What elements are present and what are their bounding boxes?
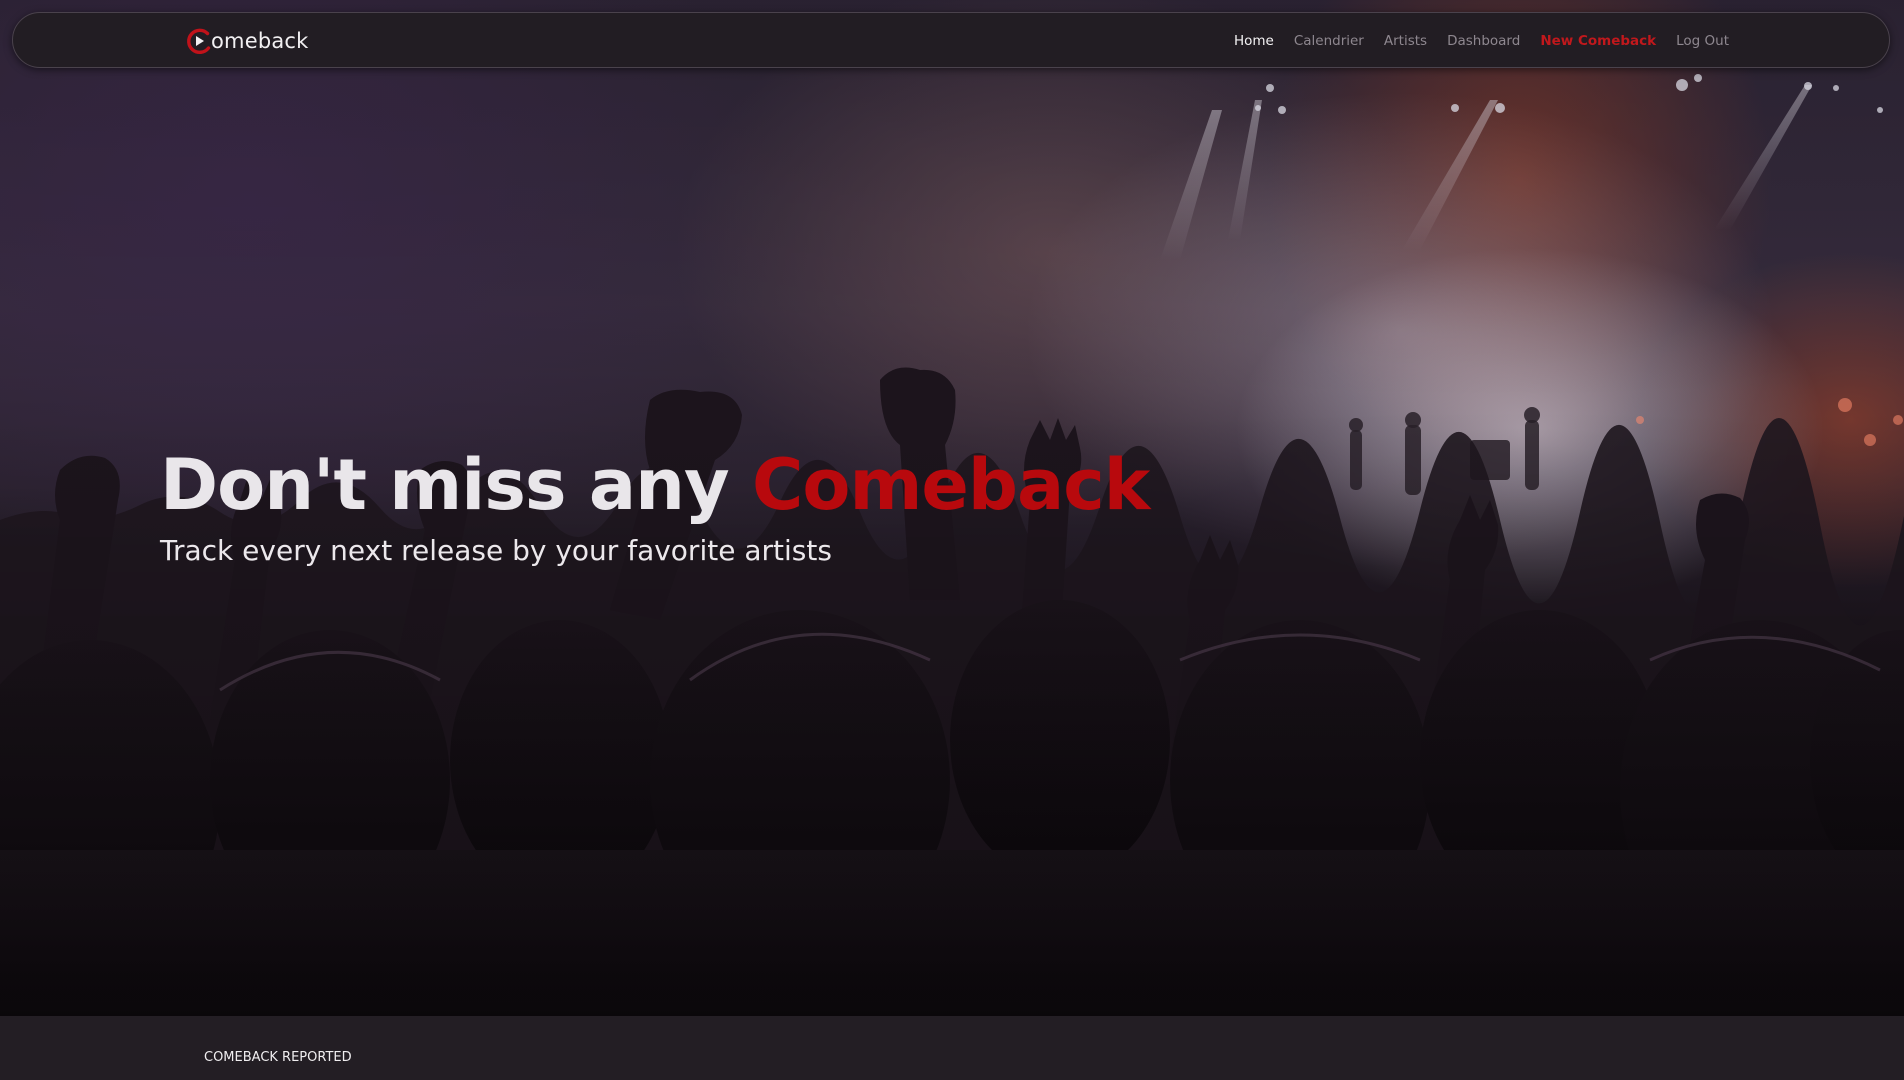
hero-text-block: Don't miss any Comeback Track every next… — [160, 440, 1150, 567]
nav-link-home[interactable]: Home — [1234, 33, 1274, 49]
nav-link-calendrier[interactable]: Calendrier — [1294, 33, 1364, 49]
page: Don't miss any Comeback Track every next… — [0, 0, 1904, 1080]
nav-links: Home Calendrier Artists Dashboard New Co… — [1234, 13, 1729, 69]
nav-link-dashboard[interactable]: Dashboard — [1447, 33, 1520, 49]
nav-link-artists[interactable]: Artists — [1384, 33, 1427, 49]
hero-title-accent: Comeback — [752, 444, 1150, 526]
brand-logo[interactable]: omeback — [185, 25, 309, 57]
nav-link-new-comeback[interactable]: New Comeback — [1540, 33, 1656, 49]
hero-title-prefix: Don't miss any — [160, 444, 752, 526]
nav-link-log-out[interactable]: Log Out — [1676, 33, 1729, 49]
hero-section: Don't miss any Comeback Track every next… — [0, 0, 1904, 1016]
comeback-reported-section: COMEBACK REPORTED — [0, 1016, 1904, 1080]
brand-logo-text: omeback — [211, 29, 309, 53]
hero-title: Don't miss any Comeback — [160, 440, 1150, 530]
comeback-logo-icon — [187, 28, 211, 55]
hero-subtitle: Track every next release by your favorit… — [160, 534, 832, 567]
top-navbar: omeback Home Calendrier Artists Dashboar… — [12, 12, 1890, 68]
comeback-reported-heading: COMEBACK REPORTED — [204, 1050, 352, 1065]
